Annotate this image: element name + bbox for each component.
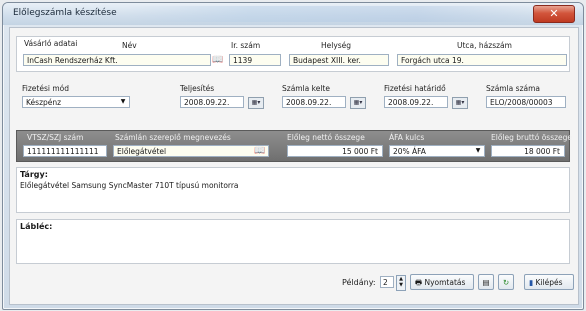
dropdown-arrow-icon[interactable]: ▼	[118, 97, 128, 107]
close-icon: ✕	[549, 7, 559, 20]
book-lookup-icon[interactable]: 📖	[211, 54, 225, 66]
copies-label: Példány:	[342, 278, 376, 287]
buyer-city-label: Helység	[321, 41, 352, 50]
invoice-number-input[interactable]: ELO/2008/00003	[486, 96, 566, 108]
title-bar-glass	[123, 6, 543, 22]
calendar-icon[interactable]: ▦▾	[452, 97, 468, 109]
due-date-label: Fizetési határidő	[384, 84, 446, 93]
preview-icon: ▤	[482, 278, 490, 287]
copies-input[interactable]: 2	[380, 276, 394, 288]
payment-method-label: Fizetési mód	[22, 84, 69, 93]
copies-spinner[interactable]: ▲ ▼	[396, 275, 406, 291]
payment-method-value: Készpénz	[26, 98, 62, 107]
vtsz-label: VTSZ/SZJ szám	[27, 133, 84, 142]
due-date-input[interactable]: 2008.09.22.	[384, 96, 448, 108]
printer-icon: 🖶	[415, 278, 423, 287]
subject-text: Előlegátvétel Samsung SyncMaster 710T tí…	[20, 181, 239, 190]
buyer-city-input[interactable]: Budapest XIII. ker.	[289, 54, 389, 66]
buyer-zip-input[interactable]: 1139	[229, 54, 281, 66]
bottom-toolbar: Példány: 2 ▲ ▼ 🖶 Nyomtatás ▤ ↻ ▮ Kilépés	[10, 266, 578, 304]
buyer-name-label: Név	[122, 41, 137, 50]
footer-field[interactable]: Lábléc:	[16, 219, 570, 264]
gross-amount-label: Előleg bruttó összege	[491, 133, 573, 142]
issue-date-label: Számla kelte	[282, 84, 330, 93]
preview-button[interactable]: ▤	[478, 274, 494, 290]
net-amount-label: Előleg nettó összege	[287, 133, 365, 142]
buyer-zip-label: Ir. szám	[231, 41, 261, 50]
dialog-body: Vásárló adatai Név Ir. szám Helység Utca…	[9, 27, 579, 305]
book-lookup-icon[interactable]: 📖	[253, 145, 267, 157]
buyer-panel: Vásárló adatai Név Ir. szám Helység Utca…	[16, 36, 570, 72]
payment-method-select[interactable]: Készpénz	[22, 96, 130, 108]
issue-date-input[interactable]: 2008.09.22.	[282, 96, 346, 108]
spin-down-icon[interactable]: ▼	[397, 282, 405, 288]
buyer-street-label: Utca, házszám	[457, 41, 512, 50]
exit-button[interactable]: ▮ Kilépés	[524, 274, 574, 290]
buyer-street-input[interactable]: Forgách utca 19.	[397, 54, 567, 66]
gross-amount-input[interactable]: 18 000 Ft	[491, 145, 565, 157]
buyer-section-label: Vásárló adatai	[24, 39, 78, 48]
dropdown-arrow-icon[interactable]: ▼	[473, 146, 483, 156]
refresh-icon: ↻	[502, 278, 510, 287]
calendar-icon[interactable]: ▦▾	[350, 97, 366, 109]
net-amount-input[interactable]: 15 000 Ft	[287, 145, 383, 157]
close-button[interactable]: ✕	[533, 5, 575, 23]
vat-rate-select[interactable]: 20% ÁFA	[389, 145, 485, 157]
window-title: Előlegszámla készítése	[13, 8, 117, 18]
fulfillment-date-input[interactable]: 2008.09.22.	[180, 96, 244, 108]
item-line-bar: VTSZ/SZJ szám Számlán szereplő megnevezé…	[16, 130, 573, 162]
subject-field[interactable]: Tárgy: Előlegátvétel Samsung SyncMaster …	[16, 167, 570, 213]
exit-door-icon: ▮	[529, 278, 534, 287]
print-label: Nyomtatás	[424, 278, 466, 287]
invoice-number-label: Számla száma	[486, 84, 541, 93]
footer-label: Lábléc:	[20, 222, 53, 231]
subject-label: Tárgy:	[20, 170, 48, 179]
vtsz-input[interactable]: 111111111111111	[23, 145, 107, 157]
vat-rate-value: 20% ÁFA	[393, 147, 426, 156]
title-bar: Előlegszámla készítése ✕	[3, 3, 583, 25]
print-button[interactable]: 🖶 Nyomtatás	[410, 274, 474, 290]
exit-label: Kilépés	[535, 278, 563, 287]
description-label: Számlán szereplő megnevezés	[115, 133, 231, 142]
refresh-button[interactable]: ↻	[498, 274, 514, 290]
dialog-window: Előlegszámla készítése ✕ Vásárló adatai …	[2, 2, 584, 310]
calendar-icon[interactable]: ▦▾	[248, 97, 264, 109]
buyer-name-input[interactable]: InCash Rendszerház Kft.	[23, 54, 211, 66]
fulfillment-label: Teljesítés	[180, 84, 215, 93]
description-input[interactable]: Előlegátvétel	[113, 145, 269, 157]
vat-rate-label: ÁFA kulcs	[389, 133, 425, 142]
